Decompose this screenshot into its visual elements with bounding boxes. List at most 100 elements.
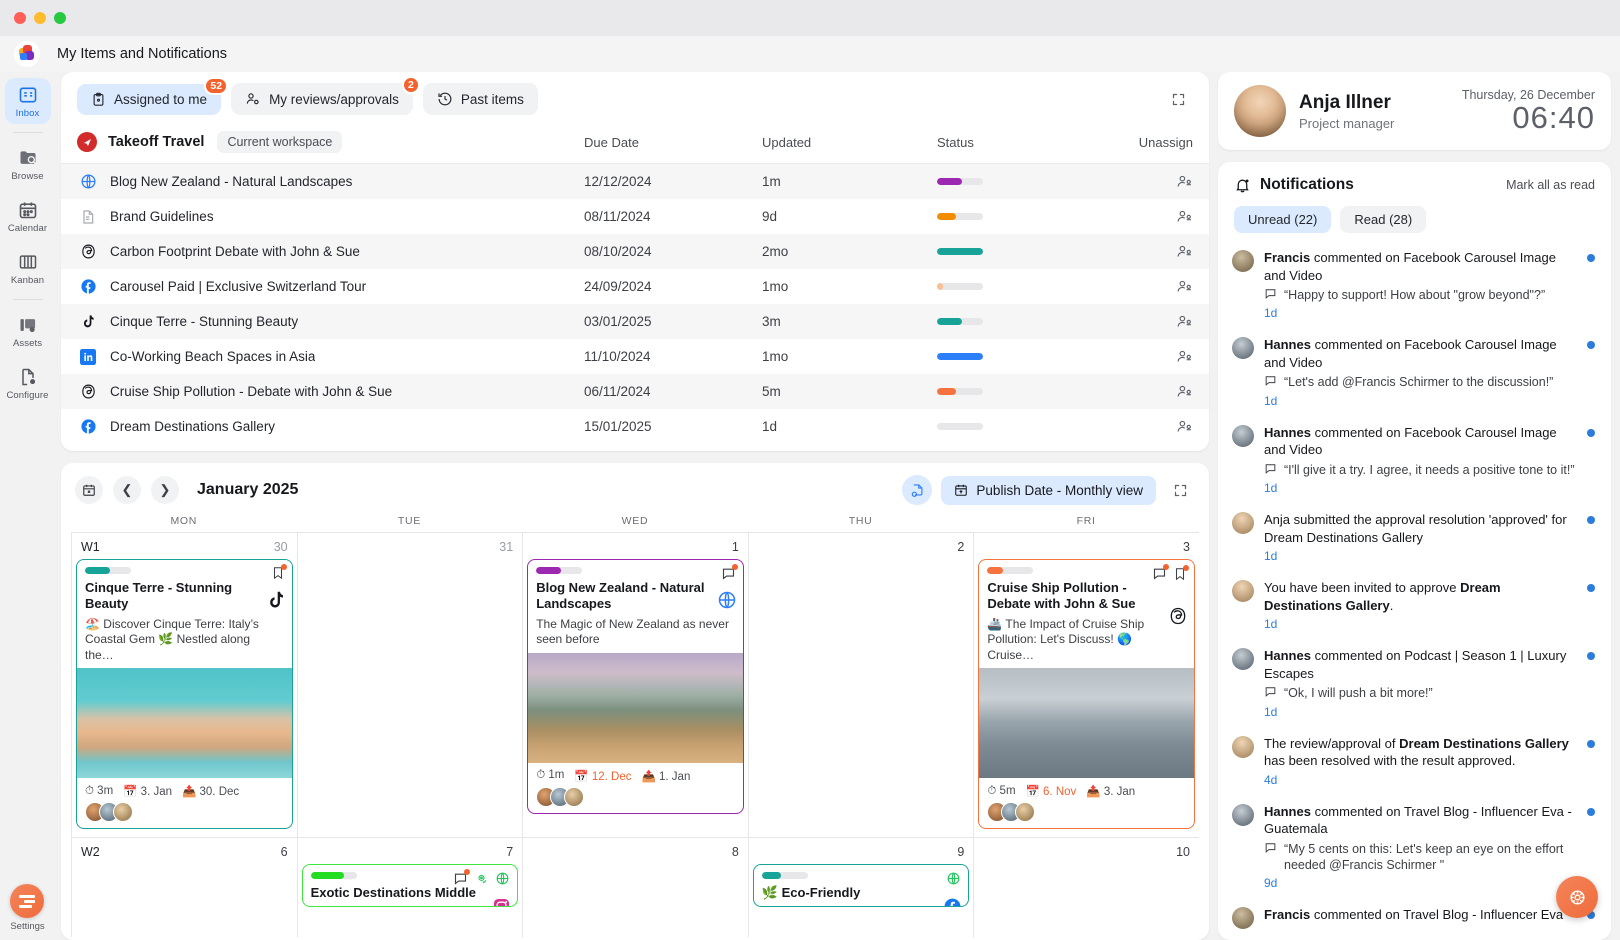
table-row[interactable]: Brand Guidelines 08/11/2024 9d (61, 199, 1209, 234)
eye-check-icon[interactable] (474, 871, 489, 886)
event-progress-bar (85, 567, 131, 574)
sidebar-item-configure[interactable]: Configure (5, 360, 51, 406)
item-status (937, 353, 1119, 360)
unassign-button[interactable] (1119, 313, 1193, 330)
list-item[interactable]: The review/approval of Dream Destination… (1232, 727, 1601, 795)
table-row[interactable]: Carbon Footprint Debate with John & Sue … (61, 234, 1209, 269)
maximize-window-button[interactable] (54, 12, 66, 24)
next-month-button[interactable]: ❯ (151, 476, 179, 504)
filter-unread[interactable]: Unread (22) (1234, 206, 1332, 233)
calendar-day-cell[interactable]: W1 30 Cinque Terre - Stunning Beauty 🏖️ … (71, 533, 298, 837)
calendar-day-cell[interactable]: W2 6 (71, 838, 298, 937)
table-row[interactable]: Cinque Terre - Stunning Beauty 03/01/202… (61, 304, 1209, 339)
unassign-button[interactable] (1119, 383, 1193, 400)
comment-icon[interactable] (1152, 564, 1169, 581)
unassign-button[interactable] (1119, 208, 1193, 225)
unassign-button[interactable] (1119, 418, 1193, 435)
list-item[interactable]: Hannes commented on Facebook Carousel Im… (1232, 416, 1601, 503)
avatar[interactable] (1234, 85, 1286, 137)
tab-badge: 52 (204, 76, 229, 95)
bookmark-icon[interactable] (1173, 564, 1189, 581)
calendar-day-cell[interactable]: 9 🌿 Eco-Friendly (749, 838, 975, 937)
expand-calendar-button[interactable] (1165, 475, 1195, 505)
minimize-window-button[interactable] (34, 12, 46, 24)
unassign-button[interactable] (1119, 348, 1193, 365)
table-row[interactable]: Blog New Zealand - Natural Landscapes 12… (61, 164, 1209, 199)
unassign-button[interactable] (1119, 243, 1193, 260)
export-report-button[interactable] (902, 475, 933, 505)
table-row[interactable]: Cruise Ship Pollution - Debate with John… (61, 374, 1209, 409)
list-item[interactable]: Hannes commented on Podcast | Season 1 |… (1232, 639, 1601, 726)
column-header-unassign[interactable]: Unassign (1119, 135, 1193, 150)
filter-read[interactable]: Read (28) (1340, 206, 1427, 233)
calendar-day-cell[interactable]: 10 (974, 838, 1199, 937)
app-window: My Items and Notifications Inbox Browse … (0, 0, 1620, 940)
unassign-button[interactable] (1119, 278, 1193, 295)
table-row[interactable]: Co-Working Beach Spaces in Asia 11/10/20… (61, 339, 1209, 374)
comment-icon[interactable] (453, 869, 471, 886)
today-button[interactable] (75, 476, 103, 504)
event-icons[interactable] (946, 871, 961, 886)
event-icons[interactable] (453, 869, 510, 886)
event-progress-bar (987, 567, 1034, 574)
calendar-view-selector[interactable]: Publish Date - Monthly view (941, 475, 1156, 505)
settings-icon[interactable] (10, 884, 45, 918)
calendar-event-card[interactable]: Cinque Terre - Stunning Beauty 🏖️ Discov… (76, 559, 293, 830)
globe-green-icon[interactable] (495, 871, 510, 886)
calendar-day-cell[interactable]: 7 Exotic Destinations Middle (298, 838, 524, 937)
calendar-event-card[interactable]: Cruise Ship Pollution - Debate with John… (978, 559, 1195, 830)
calendar-event-card[interactable]: Exotic Destinations Middle (301, 864, 519, 908)
table-row[interactable]: Dream Destinations Gallery 15/01/2025 1d (61, 409, 1209, 444)
sidebar-settings[interactable]: Settings (10, 884, 45, 932)
tab-my-reviews-approvals[interactable]: My reviews/approvals 2 (231, 76, 420, 115)
notification-content: Hannes commented on Facebook Carousel Im… (1264, 424, 1597, 495)
calendar-day-cell[interactable]: 31 (298, 533, 524, 837)
inbox-tabs: Assigned to me 52 My reviews/approvals 2 (61, 76, 1209, 115)
day-number: 9 (957, 845, 965, 859)
calendar-day-cell[interactable]: 3 Cruise Ship Pollution - Debate with Jo… (974, 533, 1199, 837)
calendar-day-cell[interactable]: 1 Blog New Zealand - Natural Landscapes … (523, 533, 749, 837)
bookmark-icon[interactable] (271, 564, 287, 580)
list-item[interactable]: Hannes commented on Travel Blog - Influe… (1232, 795, 1601, 899)
tab-assigned-to-me[interactable]: Assigned to me 52 (77, 76, 229, 115)
sidebar-item-kanban[interactable]: Kanban (5, 245, 51, 291)
kanban-icon (18, 252, 38, 272)
sidebar-item-inbox[interactable]: Inbox (4, 78, 51, 124)
list-item[interactable]: Francis commented on Facebook Carousel I… (1232, 241, 1601, 328)
event-icons[interactable] (721, 564, 738, 581)
comment-icon[interactable] (721, 564, 738, 581)
list-item[interactable]: Hannes commented on Facebook Carousel Im… (1232, 328, 1601, 415)
window-controls[interactable] (14, 12, 66, 24)
event-icons[interactable] (1152, 564, 1189, 581)
quote-icon (1264, 287, 1277, 303)
table-row[interactable]: Carousel Paid | Exclusive Switzerland To… (61, 269, 1209, 304)
notification-list[interactable]: Francis commented on Facebook Carousel I… (1218, 241, 1611, 940)
calendar-event-card[interactable]: 🌿 Eco-Friendly (752, 864, 970, 908)
sidebar-item-calendar[interactable]: Calendar (5, 193, 51, 239)
tab-badge: 2 (401, 76, 420, 94)
column-header-status[interactable]: Status (937, 135, 1119, 150)
mark-all-as-read-button[interactable]: Mark all as read (1506, 178, 1595, 192)
expand-inbox-button[interactable] (1163, 84, 1193, 114)
list-item[interactable]: Francis commented on Travel Blog - Influ… (1232, 898, 1601, 937)
calendar-day-cell[interactable]: 8 (523, 838, 749, 937)
previous-month-button[interactable]: ❮ (113, 476, 141, 504)
list-item[interactable]: You have been invited to approve Dream D… (1232, 571, 1601, 639)
calendar-event-card[interactable]: Blog New Zealand - Natural Landscapes Th… (527, 559, 744, 814)
notification-text: Hannes commented on Travel Blog - Influe… (1264, 803, 1572, 837)
sidebar-item-browse[interactable]: Browse (5, 141, 51, 187)
close-window-button[interactable] (14, 12, 26, 24)
calendar-day-cell[interactable]: 2 (749, 533, 975, 837)
item-updated: 5m (762, 384, 781, 399)
notification-quote: “My 5 cents on this: Let's keep an eye o… (1264, 841, 1575, 874)
column-header-due-date[interactable]: Due Date (584, 135, 762, 150)
list-item[interactable]: Anja submitted the approval resolution '… (1232, 503, 1601, 571)
column-header-updated[interactable]: Updated (762, 135, 937, 150)
day-number: 8 (731, 845, 739, 859)
help-assistant-button[interactable] (1556, 876, 1598, 918)
unassign-button[interactable] (1119, 173, 1193, 190)
tab-past-items[interactable]: Past items (422, 83, 538, 115)
globe-green-icon[interactable] (946, 871, 961, 886)
sidebar-item-assets[interactable]: Assets (5, 308, 51, 354)
event-icons[interactable] (271, 564, 287, 580)
